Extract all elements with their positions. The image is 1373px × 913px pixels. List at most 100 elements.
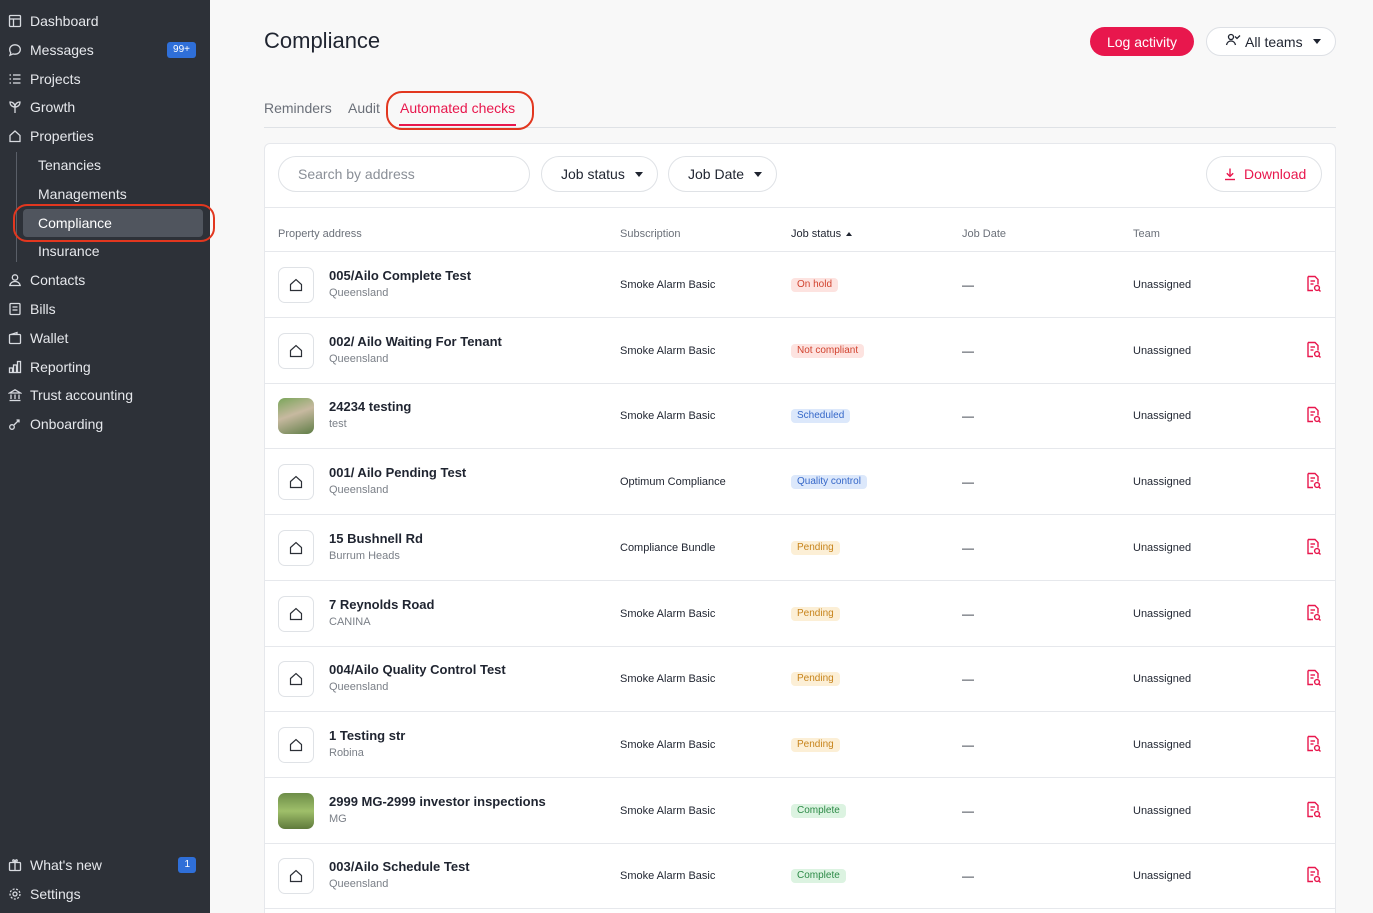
nav-tenancies[interactable]: Tenancies — [38, 151, 101, 179]
page-title: Compliance — [264, 28, 381, 53]
nav-messages[interactable]: Messages 99+ — [0, 36, 210, 64]
property-address[interactable]: 003/Ailo Schedule Test — [329, 859, 470, 874]
log-activity-button[interactable]: Log activity — [1090, 27, 1194, 56]
property-house-icon — [278, 661, 314, 698]
nav-projects-label: Projects — [30, 71, 81, 87]
view-report-icon[interactable] — [1304, 275, 1322, 293]
nav-reporting[interactable]: Reporting — [0, 353, 210, 381]
nav-onboarding[interactable]: Onboarding — [0, 410, 210, 438]
nav-dashboard[interactable]: Dashboard — [0, 7, 210, 35]
table-row[interactable]: 2999 MG-2999 investor inspections MG Smoke… — [264, 778, 1336, 844]
nav-contacts[interactable]: Contacts — [0, 266, 210, 294]
status-badge: Pending — [791, 540, 840, 555]
person-icon — [8, 273, 22, 287]
property-address[interactable]: 002/ Ailo Waiting For Tenant — [329, 334, 502, 349]
property-address[interactable]: 15 Bushnell Rd — [329, 531, 423, 546]
nav-contacts-label: Contacts — [30, 272, 86, 288]
property-address[interactable]: 1 Testing str — [329, 728, 405, 743]
property-photo — [278, 398, 314, 435]
teams-label: All teams — [1245, 33, 1303, 50]
table-row[interactable]: 005/Ailo Complete Test Queensland Smoke Al… — [264, 252, 1336, 318]
column-property-address[interactable]: Property address — [278, 228, 362, 240]
property-house-icon — [278, 858, 314, 895]
annotation-circle-compliance — [13, 204, 215, 242]
property-address[interactable]: 24234 testing — [329, 399, 411, 414]
column-job-date[interactable]: Job Date — [962, 228, 1006, 240]
status-badge: Scheduled — [791, 409, 851, 424]
search-input[interactable]: Search by address — [278, 156, 530, 192]
table-row[interactable]: 004/Ailo Quality Control Test Queensland S… — [264, 646, 1336, 713]
annotation-circle-automated-checks — [386, 91, 534, 130]
nav-growth[interactable]: Growth — [0, 93, 210, 121]
teams-dropdown[interactable]: All teams — [1206, 27, 1336, 56]
team-cell: Unassigned — [1133, 673, 1192, 686]
nav-wallet[interactable]: Wallet — [0, 324, 210, 352]
wallet-icon — [8, 331, 22, 345]
nav-projects[interactable]: Projects — [0, 65, 210, 93]
view-report-icon[interactable] — [1304, 866, 1322, 884]
sprout-icon — [8, 100, 22, 114]
column-job-status-label: Job status — [791, 228, 842, 240]
column-subscription[interactable]: Subscription — [620, 228, 681, 240]
nav-properties[interactable]: Properties — [0, 122, 210, 150]
property-photo — [278, 792, 314, 829]
nav-bills[interactable]: Bills — [0, 295, 210, 323]
property-address[interactable]: 2999 MG-2999 investor inspections — [329, 794, 546, 809]
table-row[interactable]: 001/ Ailo Pending Test Queensland Optimum … — [264, 449, 1336, 516]
view-report-icon[interactable] — [1304, 538, 1322, 556]
job-date-filter-label: Job Date — [688, 166, 745, 182]
table-row[interactable]: 1 Testing str Robina Smoke Alarm Basic Pend… — [264, 712, 1336, 778]
nav-trust-accounting[interactable]: Trust accounting — [0, 381, 210, 409]
nav-settings[interactable]: Settings — [0, 880, 210, 908]
table-row[interactable]: 002/ Ailo Waiting For Tenant Queensland Sm… — [264, 318, 1336, 384]
subscription-cell: Smoke Alarm Basic — [620, 738, 716, 751]
onboarding-icon — [8, 417, 22, 431]
table-row[interactable]: 7 Reynolds Road CANINA Smoke Alarm Basic Pe… — [264, 581, 1336, 647]
property-address[interactable]: 7 Reynolds Road — [329, 597, 434, 612]
nav-properties-label: Properties — [30, 128, 94, 144]
property-region: Robina — [329, 746, 364, 759]
property-address[interactable]: 005/Ailo Complete Test — [329, 268, 471, 283]
message-icon — [8, 43, 22, 57]
nav-wallet-label: Wallet — [30, 330, 69, 346]
house-icon — [8, 129, 22, 143]
view-report-icon[interactable] — [1304, 735, 1322, 753]
messages-badge: 99+ — [167, 42, 196, 58]
view-report-icon[interactable] — [1304, 406, 1322, 424]
subscription-cell: Smoke Alarm Basic — [620, 410, 716, 423]
nav-trust-accounting-label: Trust accounting — [30, 387, 133, 403]
view-report-icon[interactable] — [1304, 801, 1322, 819]
download-label: Download — [1244, 166, 1307, 182]
tab-audit[interactable]: Audit — [348, 100, 380, 116]
nav-whats-new-label: What's new — [30, 857, 102, 873]
view-report-icon[interactable] — [1304, 604, 1322, 622]
toolbar-divider — [264, 207, 1336, 208]
property-region: test — [329, 418, 347, 431]
status-badge: On hold — [791, 278, 839, 292]
job-status-filter[interactable]: Job status — [541, 156, 658, 192]
tab-reminders[interactable]: Reminders — [264, 100, 332, 116]
job-date-filter[interactable]: Job Date — [668, 156, 777, 192]
table-row[interactable]: 003/Ailo Schedule Test Queensland Smoke Al… — [264, 843, 1336, 910]
status-badge: Not compliant — [791, 343, 865, 358]
subscription-cell: Smoke Alarm Basic — [620, 279, 716, 291]
team-cell: Unassigned — [1133, 738, 1192, 751]
table-row[interactable]: 15 Bushnell Rd Burrum Heads Compliance Bun… — [264, 515, 1336, 581]
nav-whats-new[interactable]: What's new 1 — [0, 851, 210, 879]
view-report-icon[interactable] — [1304, 669, 1322, 687]
column-team[interactable]: Team — [1133, 228, 1160, 240]
team-cell: Unassigned — [1133, 870, 1192, 883]
view-report-icon[interactable] — [1304, 341, 1322, 359]
view-report-icon[interactable] — [1304, 472, 1322, 490]
download-button[interactable]: Download — [1206, 156, 1322, 192]
property-address[interactable]: 001/ Ailo Pending Test — [329, 465, 466, 480]
status-badge: Quality control — [791, 475, 867, 490]
property-address[interactable]: 004/Ailo Quality Control Test — [329, 662, 506, 677]
property-house-icon — [278, 529, 314, 566]
table-row[interactable]: 24234 testing test Smoke Alarm Basic Schedu… — [264, 383, 1336, 450]
column-job-status[interactable]: Job status — [791, 228, 853, 240]
nav-reporting-label: Reporting — [30, 359, 91, 375]
team-cell: Unassigned — [1133, 344, 1192, 357]
job-date-cell: — — [962, 606, 974, 621]
nav-onboarding-label: Onboarding — [30, 416, 104, 432]
